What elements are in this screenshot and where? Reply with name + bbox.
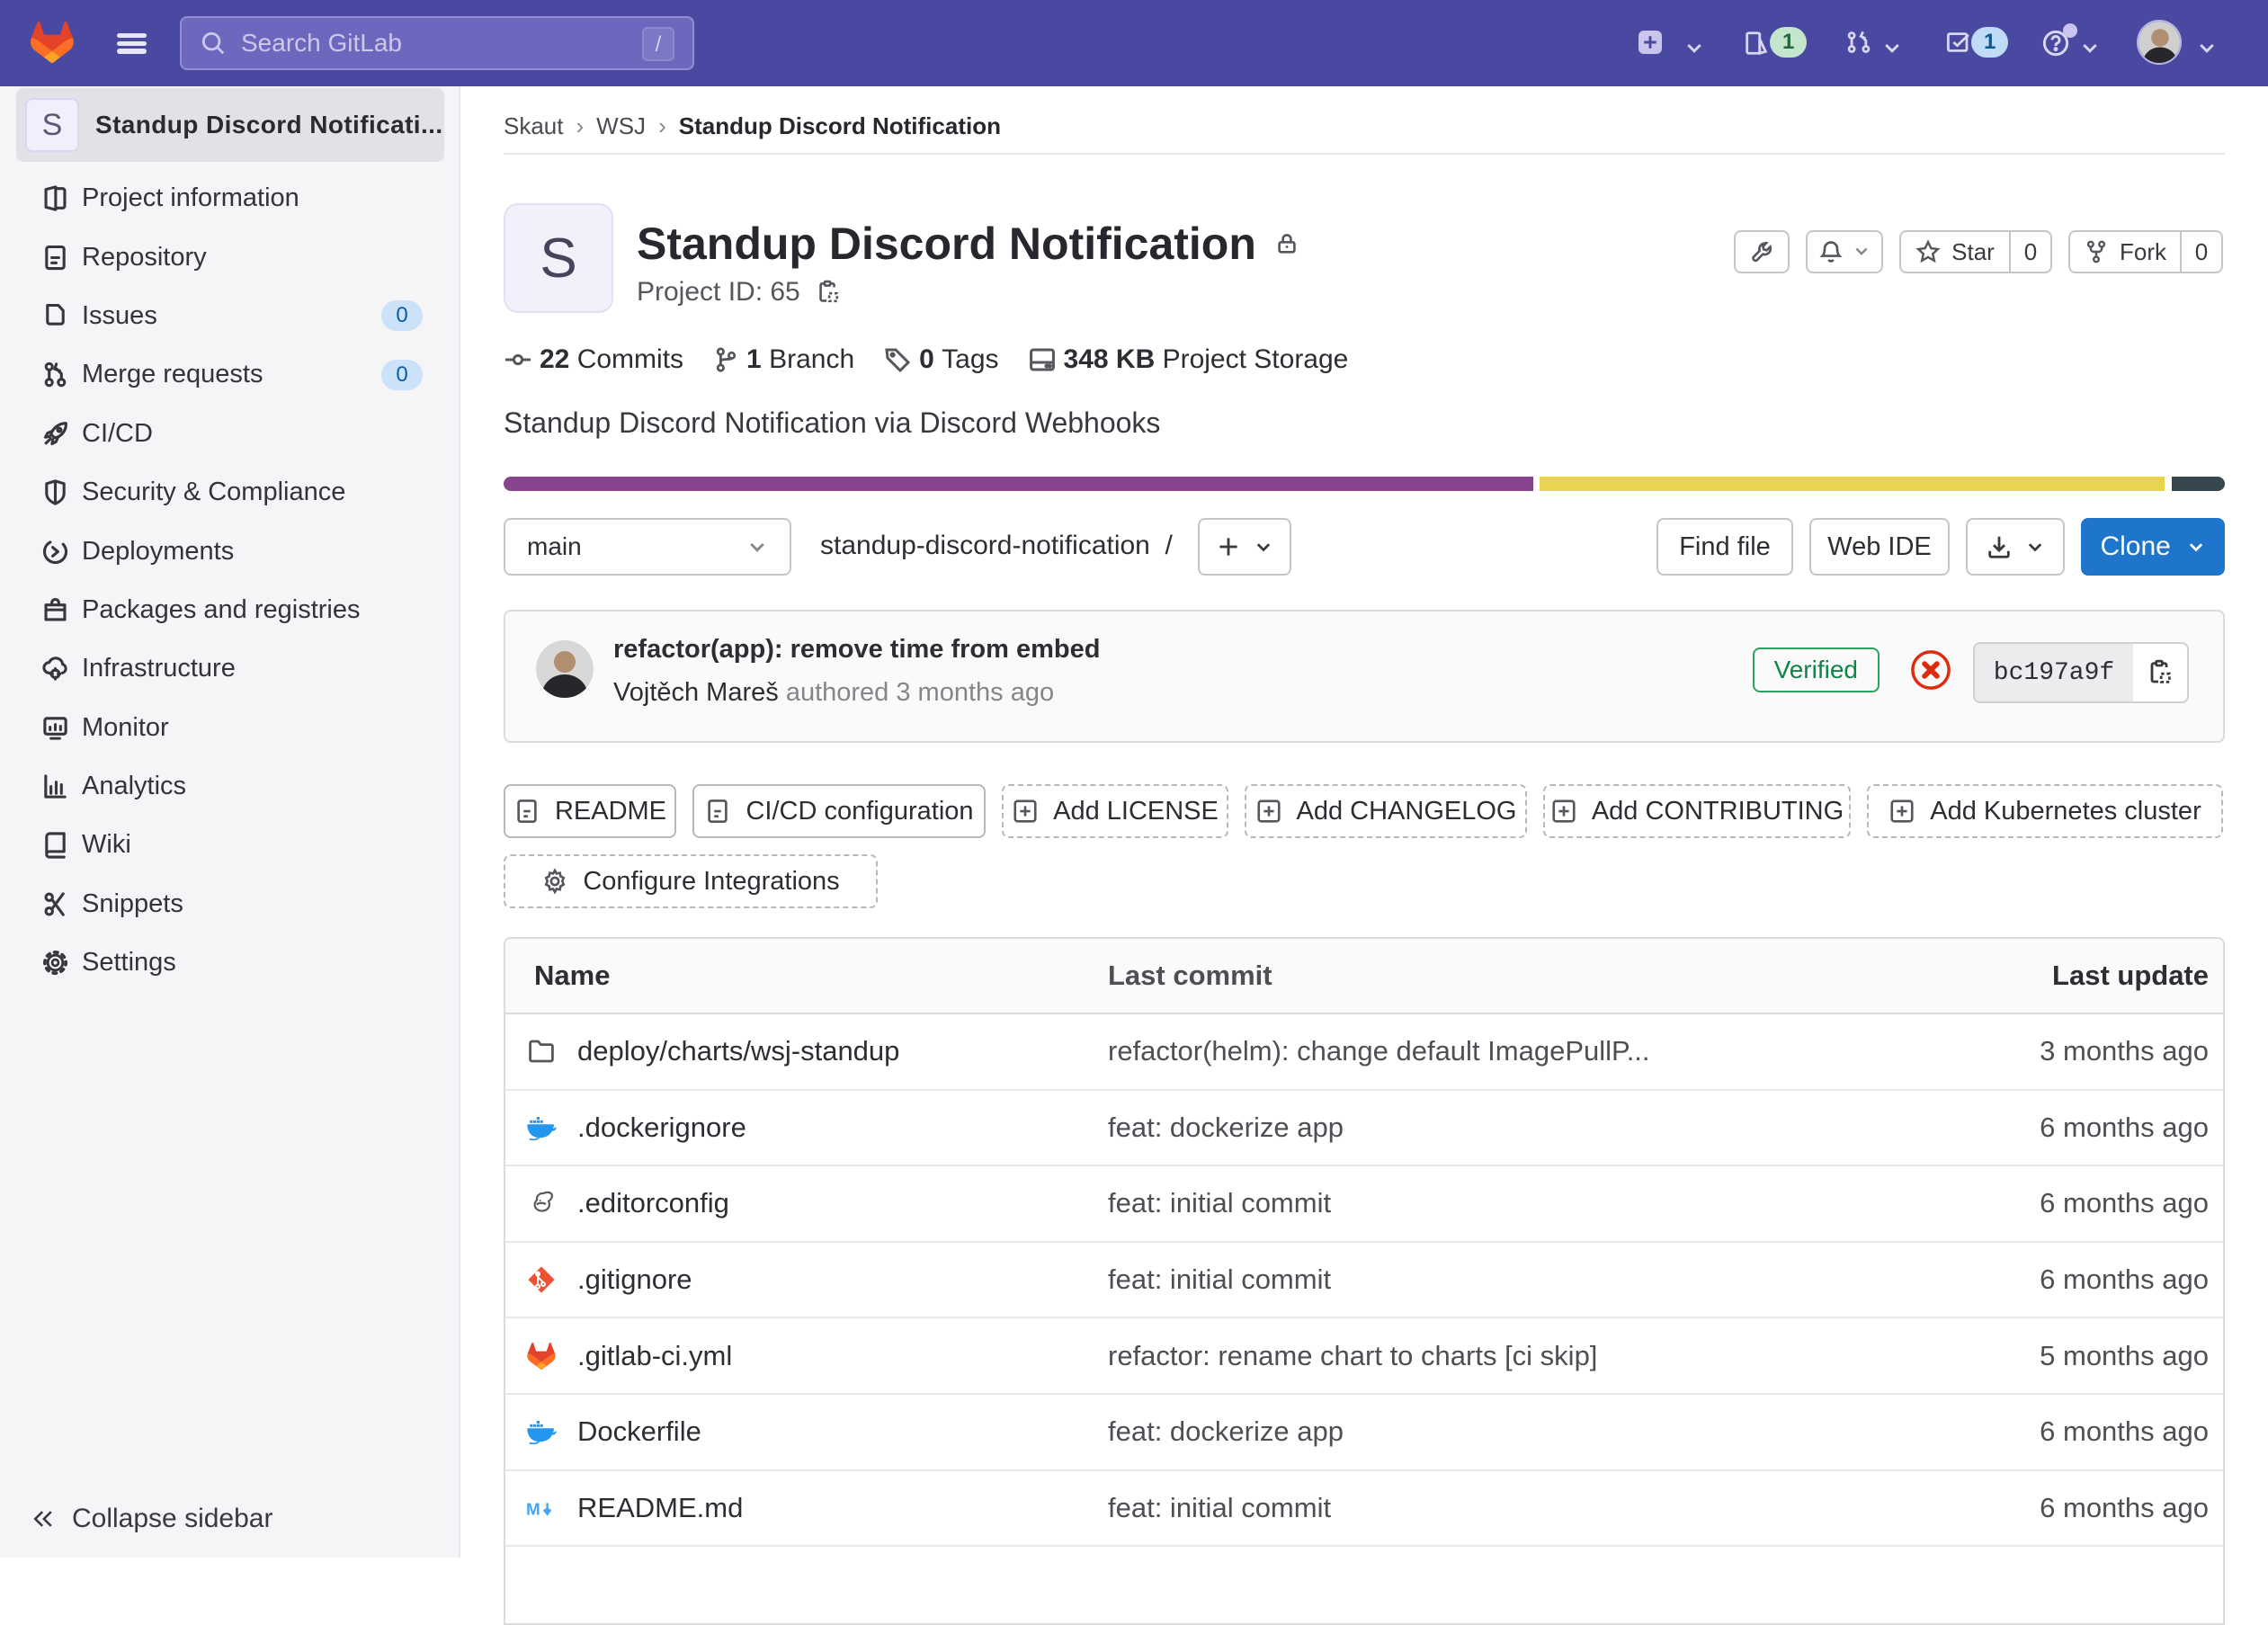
svg-text:M: M xyxy=(526,1500,540,1519)
